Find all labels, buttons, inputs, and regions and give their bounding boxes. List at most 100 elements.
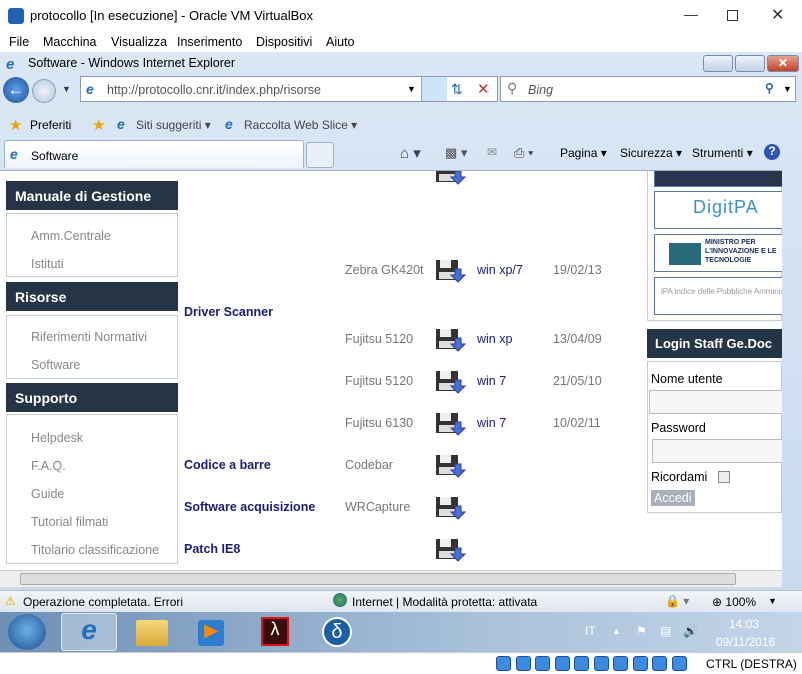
page-menu[interactable]: Pagina ▾ [560, 146, 607, 160]
mouse-status-icon[interactable] [652, 656, 667, 671]
taskbar-media-player-icon[interactable]: ▶ [198, 620, 224, 646]
action-center-icon[interactable]: ⚑ [636, 624, 647, 638]
sidebar-item-riferimenti[interactable]: Riferimenti Normativi [31, 330, 147, 344]
sidebar-item-faq[interactable]: F.A.Q. [31, 459, 66, 473]
cpu-status-icon[interactable] [632, 656, 648, 671]
os-link[interactable]: win xp [477, 332, 512, 346]
search-input[interactable]: ⚲ Bing ⚲ ▼ [500, 76, 796, 102]
download-icon[interactable] [436, 171, 467, 185]
login-submit-button[interactable]: Accedi [651, 490, 695, 506]
web-slice-button[interactable]: Raccolta Web Slice ▾ [244, 118, 357, 132]
os-link[interactable]: win 7 [477, 374, 506, 388]
sidebar-item-helpdesk[interactable]: Helpdesk [31, 431, 83, 445]
start-button[interactable] [8, 614, 46, 650]
network-status-icon[interactable] [593, 656, 609, 671]
ie-restore-button[interactable] [735, 55, 765, 72]
add-favorite-icon[interactable]: ★ [92, 116, 105, 134]
close-button[interactable]: ✕ [771, 5, 784, 25]
safety-menu[interactable]: Sicurezza ▾ [620, 146, 682, 160]
search-go-icon[interactable]: ⚲ [765, 81, 774, 95]
right-panel: DigitPA MINISTRO PER L'INNOVAZIONE E LE … [647, 171, 782, 570]
history-dropdown-icon[interactable]: ▼ [62, 84, 71, 94]
language-indicator[interactable]: IT [585, 624, 596, 638]
download-icon[interactable] [436, 370, 467, 394]
usb-status-icon[interactable] [535, 656, 550, 671]
taskbar-acrobat-icon[interactable]: λ [261, 617, 289, 646]
os-link[interactable]: win 7 [477, 416, 506, 430]
sidebar-item-istituti[interactable]: Istituti [31, 257, 64, 271]
capture-status-icon[interactable] [613, 656, 628, 671]
address-bar[interactable]: e http://protocollo.cnr.it/index.php/ris… [80, 76, 498, 102]
logo-mit[interactable]: MINISTRO PER L'INNOVAZIONE E LE TECNOLOG… [654, 234, 782, 272]
menu-inserimento[interactable]: Inserimento [177, 35, 242, 49]
feeds-icon[interactable]: ▩ ▾ [445, 145, 467, 161]
menu-dispositivi[interactable]: Dispositivi [256, 35, 312, 49]
protected-mode-icon[interactable]: 🔒 ▾ [665, 594, 689, 608]
show-hidden-icons[interactable]: ▲ [612, 626, 621, 636]
status-text[interactable]: Operazione completata. Errori [23, 595, 183, 609]
security-zone[interactable]: Internet | Modalità protetta: attivata [352, 595, 537, 609]
favorites-button[interactable]: Preferiti [30, 118, 71, 132]
taskbar-ie[interactable]: e [61, 613, 117, 651]
mail-icon[interactable]: ✉ [487, 145, 497, 159]
back-button[interactable]: ← [3, 77, 29, 103]
download-icon[interactable] [436, 454, 467, 478]
network-icon[interactable]: ▤ [660, 624, 671, 638]
download-icon[interactable] [436, 496, 467, 520]
warning-icon[interactable]: ⚠ [5, 594, 16, 608]
stop-icon[interactable]: ✕ [477, 80, 490, 98]
tab-software[interactable]: e Software [4, 140, 304, 168]
download-icon[interactable] [436, 259, 467, 283]
remember-checkbox[interactable] [718, 471, 730, 483]
tools-menu[interactable]: Strumenti ▾ [692, 146, 753, 160]
menu-aiuto[interactable]: Aiuto [326, 35, 355, 49]
sidebar-item-titolario[interactable]: Titolario classificazione [31, 543, 159, 557]
zoom-dropdown-icon[interactable]: ▼ [768, 596, 777, 606]
menu-macchina[interactable]: Macchina [43, 35, 97, 49]
taskbar-explorer-icon[interactable] [136, 620, 168, 646]
suggested-sites-button[interactable]: Siti suggeriti ▾ [136, 118, 211, 132]
sidebar-item-guide[interactable]: Guide [31, 487, 64, 501]
sidebar-item-amm-centrale[interactable]: Amm.Centrale [31, 229, 111, 243]
minimize-button[interactable]: — [684, 6, 698, 22]
zoom-level[interactable]: ⊕ 100% [712, 595, 756, 609]
display-status-icon[interactable] [574, 656, 589, 671]
logo-ipa[interactable]: iPA indice delle Pubbliche Amministrazio… [654, 277, 782, 315]
shared-status-icon[interactable] [554, 656, 570, 671]
optical-status-icon[interactable] [515, 656, 531, 671]
menu-file[interactable]: File [9, 35, 29, 49]
ie-page-icon: e [117, 116, 125, 132]
download-icon[interactable] [436, 328, 467, 352]
print-icon[interactable]: ⎙ ▾ [514, 145, 533, 161]
forward-button[interactable] [32, 79, 56, 103]
os-link[interactable]: win xp/7 [477, 263, 523, 277]
compatibility-view-icon[interactable] [421, 77, 447, 101]
menu-visualizza[interactable]: Visualizza [111, 35, 167, 49]
ie-close-button[interactable]: ✕ [767, 55, 799, 72]
hscroll-thumb[interactable] [20, 573, 736, 585]
mit-mark [669, 243, 701, 265]
sidebar-item-tutorial[interactable]: Tutorial filmati [31, 515, 108, 529]
home-icon[interactable]: ⌂ ▾ [400, 144, 421, 162]
download-icon[interactable] [436, 412, 467, 436]
arrow-status-icon[interactable] [671, 656, 687, 671]
clock[interactable]: 14:03 09/11/2016 [716, 617, 775, 649]
horizontal-scrollbar[interactable] [0, 570, 782, 587]
username-input[interactable] [649, 390, 782, 414]
address-dropdown-icon[interactable]: ▼ [407, 84, 416, 94]
password-input[interactable] [652, 439, 782, 463]
sidebar-item-software[interactable]: Software [31, 358, 80, 372]
release-date: 13/04/09 [553, 332, 602, 346]
search-dropdown-icon[interactable]: ▼ [783, 84, 792, 94]
logo-banner[interactable] [654, 171, 782, 187]
maximize-button[interactable] [727, 10, 738, 21]
hdd-status-icon[interactable] [496, 656, 511, 671]
new-tab-button[interactable] [306, 142, 334, 168]
taskbar-delta-icon[interactable]: δ [322, 617, 352, 647]
download-icon[interactable] [436, 538, 467, 562]
logo-digitpa[interactable]: DigitPA [654, 191, 782, 229]
volume-icon[interactable]: 🔊 [683, 624, 698, 638]
refresh-icon[interactable]: ⇅ [451, 81, 463, 98]
ie-minimize-button[interactable] [703, 55, 733, 72]
help-icon[interactable]: ? [764, 144, 780, 160]
